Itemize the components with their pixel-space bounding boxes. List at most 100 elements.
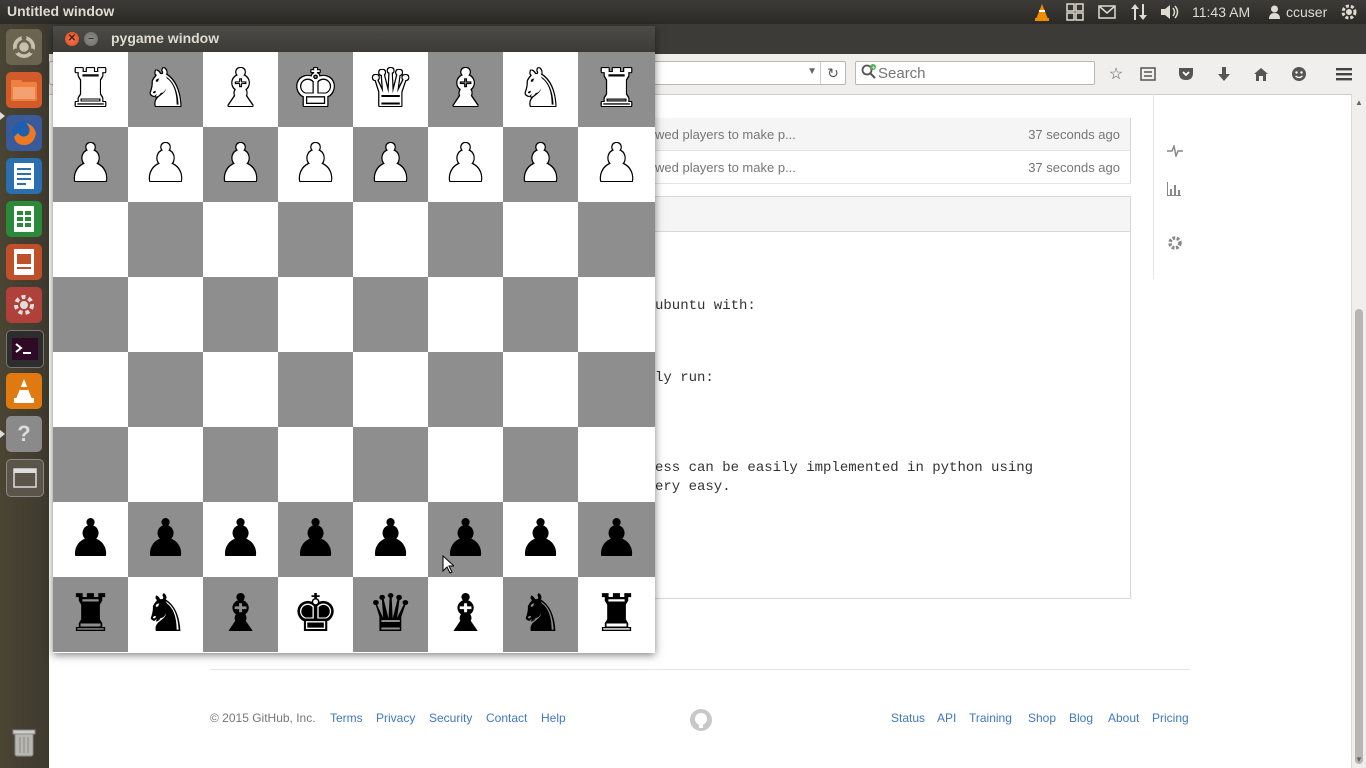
black-pawn-icon[interactable]: ♟ <box>217 502 264 577</box>
window-icon[interactable] <box>6 459 44 497</box>
footer-link-shop[interactable]: Shop <box>1028 711 1056 725</box>
pocket-icon[interactable] <box>1174 62 1198 86</box>
reading-list-icon[interactable] <box>1136 62 1160 86</box>
commit-row[interactable]: wed players to make p... 37 seconds ago <box>655 151 1131 184</box>
board-square[interactable]: ♚ <box>278 577 353 652</box>
commit-row[interactable]: wed players to make p... 37 seconds ago <box>655 118 1131 151</box>
board-square[interactable] <box>578 202 655 277</box>
menu-hamburger-icon[interactable] <box>1332 62 1356 86</box>
white-pawn-icon[interactable]: ♟ <box>367 127 414 202</box>
black-pawn-icon[interactable]: ♟ <box>367 502 414 577</box>
board-square[interactable] <box>128 202 203 277</box>
white-pawn-icon[interactable]: ♟ <box>142 127 189 202</box>
scroll-down-icon[interactable]: ▼ <box>1355 755 1363 764</box>
black-bishop-icon[interactable]: ♝ <box>217 577 264 652</box>
board-square[interactable] <box>278 202 353 277</box>
calc-icon[interactable] <box>6 201 42 237</box>
board-square[interactable] <box>278 277 353 352</box>
black-pawn-icon[interactable]: ♟ <box>292 502 339 577</box>
board-square[interactable]: ♟ <box>503 127 578 202</box>
board-square[interactable] <box>203 427 278 502</box>
board-square[interactable]: ♜ <box>578 52 655 127</box>
board-square[interactable]: ♟ <box>128 502 203 577</box>
board-square[interactable] <box>428 277 503 352</box>
board-square[interactable] <box>353 427 428 502</box>
board-square[interactable]: ♞ <box>503 577 578 652</box>
hello-chat-icon[interactable] <box>1287 62 1311 86</box>
board-square[interactable]: ♟ <box>203 127 278 202</box>
footer-link-help[interactable]: Help <box>541 711 566 725</box>
board-square[interactable]: ♜ <box>578 577 655 652</box>
black-pawn-icon[interactable]: ♟ <box>67 502 114 577</box>
white-knight-icon[interactable]: ♞ <box>517 52 564 127</box>
black-rook-icon[interactable]: ♜ <box>593 577 640 652</box>
white-knight-icon[interactable]: ♞ <box>142 52 189 127</box>
board-square[interactable]: ♟ <box>353 502 428 577</box>
board-square[interactable]: ♚ <box>278 52 353 127</box>
board-square[interactable]: ♜ <box>53 52 128 127</box>
dash-home-icon[interactable] <box>6 29 42 65</box>
black-king-icon[interactable]: ♚ <box>292 577 339 652</box>
board-square[interactable] <box>203 352 278 427</box>
white-pawn-icon[interactable]: ♟ <box>442 127 489 202</box>
files-icon[interactable] <box>6 72 42 108</box>
board-square[interactable] <box>203 277 278 352</box>
system-settings-icon[interactable] <box>6 287 42 323</box>
board-square[interactable]: ♞ <box>128 577 203 652</box>
black-pawn-icon[interactable]: ♟ <box>593 502 640 577</box>
board-square[interactable]: ♝ <box>428 52 503 127</box>
board-square[interactable]: ♟ <box>428 127 503 202</box>
white-king-icon[interactable]: ♚ <box>292 52 339 127</box>
footer-link-status[interactable]: Status <box>891 711 925 725</box>
volume-icon[interactable] <box>1158 2 1182 22</box>
board-square[interactable] <box>278 427 353 502</box>
vlc-tray-icon[interactable] <box>1032 2 1052 22</box>
board-square[interactable] <box>53 427 128 502</box>
board-square[interactable]: ♜ <box>53 577 128 652</box>
board-square[interactable] <box>503 352 578 427</box>
board-square[interactable] <box>428 202 503 277</box>
white-rook-icon[interactable]: ♜ <box>67 52 114 127</box>
footer-link-api[interactable]: API <box>937 711 956 725</box>
clock[interactable]: 11:43 AM <box>1192 2 1260 22</box>
board-square[interactable] <box>578 277 655 352</box>
black-pawn-icon[interactable]: ♟ <box>142 502 189 577</box>
search-box[interactable]: + <box>855 61 1095 85</box>
white-pawn-icon[interactable]: ♟ <box>217 127 264 202</box>
black-bishop-icon[interactable]: ♝ <box>442 577 489 652</box>
vlc-icon[interactable] <box>6 373 42 409</box>
board-square[interactable] <box>53 352 128 427</box>
scrollbar[interactable]: ▲ ▼ <box>1351 94 1366 768</box>
board-square[interactable] <box>353 277 428 352</box>
board-square[interactable] <box>503 202 578 277</box>
board-square[interactable]: ♟ <box>278 502 353 577</box>
white-pawn-icon[interactable]: ♟ <box>67 127 114 202</box>
board-square[interactable] <box>53 277 128 352</box>
board-square[interactable]: ♟ <box>278 127 353 202</box>
search-engine-icon[interactable]: + <box>861 64 877 85</box>
black-rook-icon[interactable]: ♜ <box>67 577 114 652</box>
footer-link-privacy[interactable]: Privacy <box>376 711 415 725</box>
mail-icon[interactable] <box>1096 2 1118 22</box>
black-queen-icon[interactable]: ♛ <box>367 577 414 652</box>
commit-message[interactable]: wed players to make p... <box>655 160 796 175</box>
board-square[interactable]: ♝ <box>203 577 278 652</box>
bookmark-star-icon[interactable]: ☆ <box>1104 62 1128 86</box>
board-square[interactable] <box>278 352 353 427</box>
board-square[interactable]: ♟ <box>53 502 128 577</box>
writer-icon[interactable] <box>6 158 42 194</box>
home-icon[interactable] <box>1249 62 1273 86</box>
url-dropdown-icon[interactable]: ▼ <box>807 66 817 77</box>
minimize-button[interactable]: – <box>84 32 98 46</box>
github-octocat-icon[interactable] <box>689 708 713 737</box>
board-square[interactable] <box>128 352 203 427</box>
help-icon[interactable]: ? <box>6 416 42 452</box>
board-square[interactable]: ♟ <box>203 502 278 577</box>
network-icon[interactable] <box>1128 2 1150 22</box>
graphs-icon[interactable] <box>1167 182 1181 200</box>
black-knight-icon[interactable]: ♞ <box>142 577 189 652</box>
reload-icon[interactable]: ↻ <box>820 62 845 84</box>
black-pawn-icon[interactable]: ♟ <box>517 502 564 577</box>
board-square[interactable] <box>353 352 428 427</box>
pygame-titlebar[interactable]: ✕ – pygame window <box>53 26 655 52</box>
